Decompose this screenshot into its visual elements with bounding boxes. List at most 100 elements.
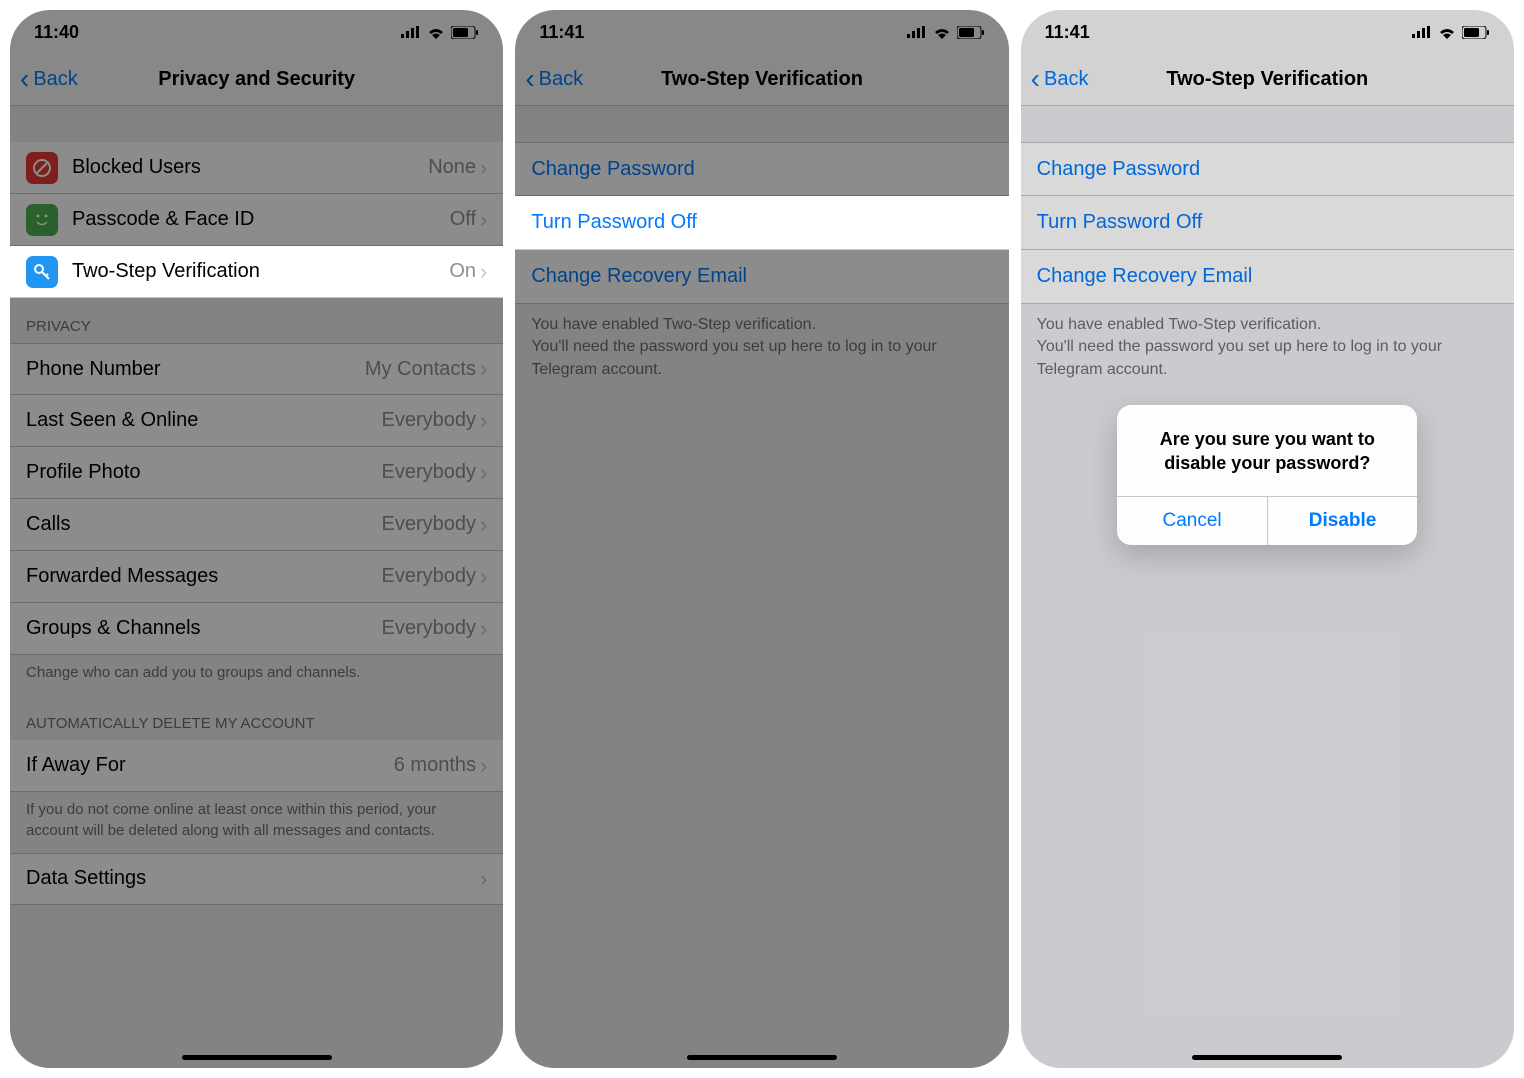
chevron-right-icon: › — [480, 512, 487, 538]
row-label: Forwarded Messages — [26, 565, 382, 588]
row-two-step-verification[interactable]: Two-Step VerificationOn› — [10, 246, 503, 298]
link-change-password[interactable]: Change Password — [515, 142, 1008, 196]
row-value: None — [428, 156, 476, 179]
back-label: Back — [33, 68, 77, 91]
passcode-icon — [26, 204, 58, 236]
home-indicator[interactable] — [1192, 1055, 1342, 1060]
row-if-away-for[interactable]: If Away For 6 months › — [10, 740, 503, 792]
link-turn-password-off[interactable]: Turn Password Off — [1021, 196, 1514, 250]
chevron-right-icon: › — [480, 207, 487, 233]
blocked-icon — [26, 152, 58, 184]
row-label: If Away For — [26, 754, 394, 777]
chevron-right-icon: › — [480, 460, 487, 486]
section-header-auto-delete: Automatically delete my account — [10, 695, 503, 740]
confirm-alert: Are you sure you want to disable your pa… — [1117, 405, 1417, 545]
chevron-right-icon: › — [480, 259, 487, 285]
row-value: Everybody — [382, 565, 477, 588]
status-bar: 11:40 — [10, 10, 503, 54]
chevron-right-icon: › — [480, 866, 487, 892]
page-title: Privacy and Security — [10, 68, 503, 91]
screen-two-step: 11:41 ‹ Back Two-Step Verification Chang… — [515, 10, 1008, 1068]
home-indicator[interactable] — [182, 1055, 332, 1060]
cellular-icon — [401, 26, 421, 38]
two-step-links: Change PasswordTurn Password OffChange R… — [1021, 142, 1514, 304]
privacy-section: Phone NumberMy Contacts›Last Seen & Onli… — [10, 343, 503, 655]
status-time: 11:41 — [1045, 22, 1090, 43]
page-title: Two-Step Verification — [515, 68, 1008, 91]
row-value: On — [449, 260, 476, 283]
row-value: Everybody — [382, 617, 477, 640]
chevron-right-icon: › — [480, 155, 487, 181]
back-label: Back — [1044, 68, 1088, 91]
row-label: Phone Number — [26, 358, 365, 381]
row-label: Blocked Users — [72, 156, 428, 179]
row-label: Two-Step Verification — [72, 260, 449, 283]
key-icon — [26, 256, 58, 288]
status-bar: 11:41 — [1021, 10, 1514, 54]
row-data-settings[interactable]: Data Settings › — [10, 853, 503, 905]
link-turn-password-off[interactable]: Turn Password Off — [515, 196, 1008, 250]
chevron-right-icon: › — [480, 408, 487, 434]
chevron-left-icon: ‹ — [20, 71, 29, 88]
row-blocked-users[interactable]: Blocked UsersNone› — [10, 142, 503, 194]
section-header-privacy: Privacy — [10, 298, 503, 343]
screen-two-step-alert: 11:41 ‹ Back Two-Step Verification Chang… — [1021, 10, 1514, 1068]
back-button[interactable]: ‹ Back — [1021, 68, 1089, 91]
wifi-icon — [427, 26, 445, 39]
back-label: Back — [539, 68, 583, 91]
row-value: My Contacts — [365, 358, 476, 381]
row-phone-number[interactable]: Phone NumberMy Contacts› — [10, 343, 503, 395]
wifi-icon — [1438, 26, 1456, 39]
page-title: Two-Step Verification — [1021, 68, 1514, 91]
row-value: 6 months — [394, 754, 476, 777]
battery-icon — [957, 26, 985, 39]
row-label: Profile Photo — [26, 461, 382, 484]
link-change-recovery-email[interactable]: Change Recovery Email — [515, 250, 1008, 304]
wifi-icon — [933, 26, 951, 39]
link-change-password[interactable]: Change Password — [1021, 142, 1514, 196]
row-label: Passcode & Face ID — [72, 208, 450, 231]
row-passcode-face-id[interactable]: Passcode & Face IDOff› — [10, 194, 503, 246]
privacy-footer: Change who can add you to groups and cha… — [10, 655, 503, 695]
row-value: Everybody — [382, 409, 477, 432]
two-step-description: You have enabled Two-Step verification.Y… — [515, 304, 1008, 391]
screen-privacy-security: 11:40 ‹ Back Privacy and Security Blocke… — [10, 10, 503, 1068]
nav-bar: ‹ Back Two-Step Verification — [1021, 54, 1514, 106]
security-section: Blocked UsersNone›Passcode & Face IDOff›… — [10, 142, 503, 298]
auto-delete-footer: If you do not come online at least once … — [10, 792, 503, 853]
two-step-links: Change PasswordTurn Password OffChange R… — [515, 142, 1008, 304]
chevron-right-icon: › — [480, 753, 487, 779]
chevron-right-icon: › — [480, 564, 487, 590]
nav-bar: ‹ Back Two-Step Verification — [515, 54, 1008, 106]
status-time: 11:41 — [539, 22, 584, 43]
row-forwarded-messages[interactable]: Forwarded MessagesEverybody› — [10, 551, 503, 603]
battery-icon — [451, 26, 479, 39]
battery-icon — [1462, 26, 1490, 39]
chevron-left-icon: ‹ — [1031, 71, 1040, 88]
nav-bar: ‹ Back Privacy and Security — [10, 54, 503, 106]
link-change-recovery-email[interactable]: Change Recovery Email — [1021, 250, 1514, 304]
row-profile-photo[interactable]: Profile PhotoEverybody› — [10, 447, 503, 499]
back-button[interactable]: ‹ Back — [515, 68, 583, 91]
row-label: Groups & Channels — [26, 617, 382, 640]
cancel-button[interactable]: Cancel — [1117, 497, 1267, 545]
two-step-description: You have enabled Two-Step verification.Y… — [1021, 304, 1514, 391]
row-label: Calls — [26, 513, 382, 536]
status-bar: 11:41 — [515, 10, 1008, 54]
status-time: 11:40 — [34, 22, 79, 43]
cellular-icon — [1412, 26, 1432, 38]
row-value: Everybody — [382, 461, 477, 484]
row-value: Off — [450, 208, 476, 231]
chevron-right-icon: › — [480, 356, 487, 382]
alert-message: Are you sure you want to disable your pa… — [1117, 405, 1417, 496]
chevron-right-icon: › — [480, 616, 487, 642]
row-calls[interactable]: CallsEverybody› — [10, 499, 503, 551]
row-groups-channels[interactable]: Groups & ChannelsEverybody› — [10, 603, 503, 655]
cellular-icon — [907, 26, 927, 38]
chevron-left-icon: ‹ — [525, 71, 534, 88]
row-last-seen-online[interactable]: Last Seen & OnlineEverybody› — [10, 395, 503, 447]
disable-button[interactable]: Disable — [1267, 497, 1418, 545]
row-label: Last Seen & Online — [26, 409, 382, 432]
home-indicator[interactable] — [687, 1055, 837, 1060]
back-button[interactable]: ‹ Back — [10, 68, 78, 91]
